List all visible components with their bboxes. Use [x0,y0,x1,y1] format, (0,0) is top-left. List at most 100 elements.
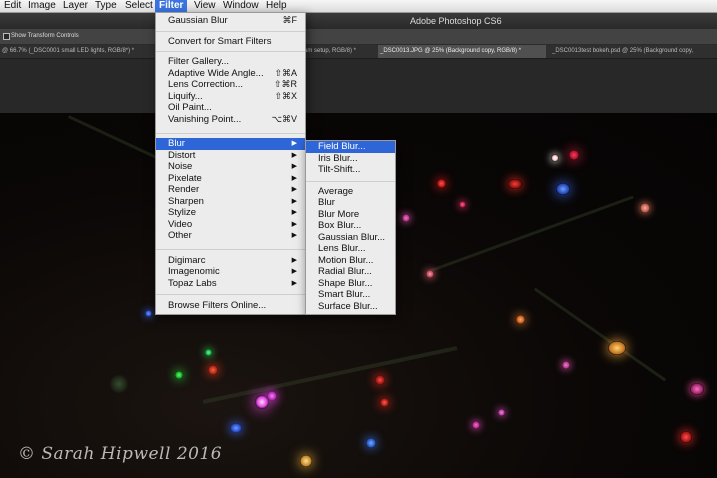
menu-item-shape-blur[interactable]: Shape Blur... [306,278,395,290]
menu-item-liquify[interactable]: Liquify... ⇧⌘X [156,91,305,103]
menu-item-label: Pixelate [168,172,202,184]
menu-type[interactable]: Type [91,0,121,12]
menu-item-label: Oil Paint... [168,102,212,113]
tree-branch [202,346,458,404]
light-bokeh [208,365,218,375]
menu-item-label: Field Blur... [318,141,366,152]
menu-select[interactable]: Select [121,0,157,12]
light-bokeh [680,431,692,443]
menu-item-other[interactable]: Other ▶ [156,230,305,242]
menu-window[interactable]: Window [219,0,263,12]
menu-image[interactable]: Image [24,0,60,12]
app-title-bar: Adobe Photoshop CS6 [0,13,717,29]
menu-item-label: Vanishing Point... [168,113,242,125]
menu-item-convert-smart-filters[interactable]: Convert for Smart Filters [156,36,305,48]
menu-edit[interactable]: Edit [0,0,25,12]
submenu-arrow-icon: ▶ [291,197,297,205]
light-bokeh [366,438,376,448]
menu-view[interactable]: View [190,0,220,12]
menu-item-vanishing-point[interactable]: Vanishing Point... ⌥⌘V [156,114,305,126]
menu-item-topaz-labs[interactable]: Topaz Labs ▶ [156,278,305,290]
menu-item-last-filter[interactable]: Gaussian Blur ⌘F [156,15,305,27]
menu-item-blur-filter[interactable]: Blur [306,197,395,209]
menu-item-label: Blur [168,138,185,149]
menu-item-tilt-shift[interactable]: Tilt-Shift... [306,164,395,176]
menu-item-filter-gallery[interactable]: Filter Gallery... [156,56,305,68]
light-bokeh [516,315,525,324]
menu-item-lens-correction[interactable]: Lens Correction... ⇧⌘R [156,79,305,91]
menu-item-sharpen[interactable]: Sharpen ▶ [156,196,305,208]
menu-separator [156,133,305,134]
menu-item-video[interactable]: Video ▶ [156,219,305,231]
menu-item-oil-paint[interactable]: Oil Paint... [156,102,305,114]
menu-filter[interactable]: Filter [155,0,188,12]
menu-item-gaussian-blur[interactable]: Gaussian Blur... [306,232,395,244]
doc-tab[interactable]: ram setup, RGB/8) * [300,45,374,58]
canvas-area [0,59,717,113]
light-bokeh [569,150,579,160]
menu-item-lens-blur[interactable]: Lens Blur... [306,243,395,255]
light-bokeh [437,179,446,188]
light-bokeh [375,375,385,385]
menu-item-adaptive-wide-angle[interactable]: Adaptive Wide Angle... ⇧⌘A [156,68,305,80]
doc-tab-active[interactable]: _DSC0013.JPG @ 25% (Background copy, RGB… [378,45,546,58]
menu-help[interactable]: Help [262,0,291,12]
menu-item-label: Surface Blur... [318,300,378,312]
submenu-arrow-icon: ▶ [291,232,297,239]
light-bokeh [145,310,152,317]
menu-item-label: Sharpen [168,195,204,207]
menu-item-label: Tilt-Shift... [318,164,361,175]
menu-item-stylize[interactable]: Stylize ▶ [156,207,305,219]
submenu-arrow-icon: ▶ [291,268,297,275]
menu-item-field-blur[interactable]: Field Blur... [306,141,395,153]
shortcut: ⌘F [282,15,298,25]
menu-item-iris-blur[interactable]: Iris Blur... [306,153,395,165]
menu-item-blur[interactable]: Blur ▶ [156,138,305,150]
menu-item-digimarc[interactable]: Digimarc ▶ [156,255,305,267]
menu-item-label: Lens Correction... [168,79,243,90]
doc-tab[interactable]: @ 66.7% (_DSC0001 small LED lights, RGB/… [0,45,152,58]
menu-item-label: Gaussian Blur... [318,231,386,243]
submenu-arrow-icon: ▶ [291,174,297,182]
menu-item-label: Motion Blur... [318,254,374,266]
shortcut: ⌥⌘V [271,113,297,124]
menu-item-label: Convert for Smart Filters [168,35,272,47]
menu-item-noise[interactable]: Noise ▶ [156,161,305,173]
menu-item-label: Topaz Labs [168,277,217,289]
menu-item-distort[interactable]: Distort ▶ [156,150,305,162]
menu-item-label: Shape Blur... [318,277,373,289]
menu-item-label: Imagenomic [168,266,220,277]
light-bokeh [472,421,480,429]
menu-item-label: Iris Blur... [318,152,358,164]
light-bokeh [640,203,650,213]
menu-item-pixelate[interactable]: Pixelate ▶ [156,173,305,185]
menu-item-blur-more[interactable]: Blur More [306,209,395,221]
tree-branch [426,195,634,274]
submenu-arrow-icon: ▶ [291,140,297,147]
light-bokeh [426,270,434,278]
doc-tab[interactable]: _DSC0013test bokeh.psd @ 25% (Background… [550,45,717,58]
menu-layer[interactable]: Layer [59,0,92,12]
submenu-arrow-icon: ▶ [291,256,297,264]
menu-item-average[interactable]: Average [306,186,395,198]
submenu-arrow-icon: ▶ [291,151,297,159]
menu-item-box-blur[interactable]: Box Blur... [306,220,395,232]
tree-branch [533,287,667,382]
menu-item-browse-filters-online[interactable]: Browse Filters Online... [156,300,305,312]
show-transform-controls-checkbox[interactable] [3,33,10,40]
light-bokeh [402,214,410,222]
menu-item-render[interactable]: Render ▶ [156,184,305,196]
menu-item-label: Gaussian Blur [168,15,228,26]
menu-item-smart-blur[interactable]: Smart Blur... [306,289,395,301]
menu-item-label: Browse Filters Online... [168,300,267,311]
menu-item-motion-blur[interactable]: Motion Blur... [306,255,395,267]
menu-item-label: Liquify... [168,90,203,102]
menu-item-surface-blur[interactable]: Surface Blur... [306,301,395,313]
menu-item-radial-blur[interactable]: Radial Blur... [306,266,395,278]
light-bokeh [562,361,570,369]
copyright-watermark: © Sarah Hipwell 2016 [18,444,223,464]
menu-item-imagenomic[interactable]: Imagenomic ▶ [156,266,305,278]
menu-item-label: Average [318,185,354,197]
submenu-arrow-icon: ▶ [291,209,297,216]
light-bokeh [205,349,212,356]
